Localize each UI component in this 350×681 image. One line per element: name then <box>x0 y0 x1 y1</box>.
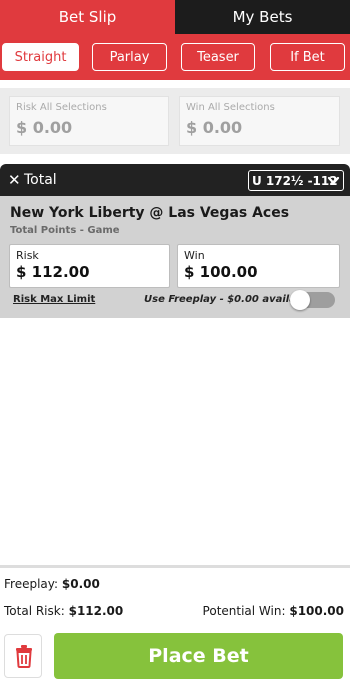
bet-market-type: Total <box>24 172 57 188</box>
win-value: $ 100.00 <box>184 263 258 281</box>
bet-type-bar: Straight Parlay Teaser If Bet <box>0 34 350 80</box>
bet-card-body: New York Liberty @ Las Vegas Aces Total … <box>0 196 350 318</box>
matchup-title: New York Liberty @ Las Vegas Aces <box>10 205 290 221</box>
clear-bets-button[interactable] <box>4 634 42 678</box>
win-all-selections-label: Win All Selections <box>186 102 275 113</box>
bet-slip-tabs: Bet Slip My Bets <box>0 0 350 34</box>
freeplay-label: Freeplay: <box>4 577 59 591</box>
potential-win-value: $100.00 <box>289 604 344 618</box>
risk-max-limit-link[interactable]: Risk Max Limit <box>13 294 95 305</box>
win-all-selections-field[interactable]: Win All Selections $ 0.00 <box>179 96 340 146</box>
win-input[interactable]: Win $ 100.00 <box>177 244 340 288</box>
bet-type-parlay-button[interactable]: Parlay <box>92 43 167 71</box>
tab-bet-slip[interactable]: Bet Slip <box>0 0 175 34</box>
line-select-value: U 172½ -112 <box>252 173 338 188</box>
risk-all-selections-field[interactable]: Risk All Selections $ 0.00 <box>9 96 169 146</box>
totals-row: Total Risk: $112.00 Potential Win: $100.… <box>4 604 344 618</box>
place-bet-button[interactable]: Place Bet <box>54 633 343 679</box>
bet-type-straight-button[interactable]: Straight <box>2 43 79 71</box>
win-label: Win <box>184 249 205 262</box>
freeplay-availability-text: Use Freeplay - $0.00 available <box>144 294 314 305</box>
close-icon[interactable]: ✕ <box>8 172 22 188</box>
potential-win: Potential Win: $100.00 <box>203 604 344 618</box>
freeplay-summary: Freeplay: $0.00 <box>4 577 100 591</box>
market-subtitle: Total Points - Game <box>10 225 120 236</box>
footer-divider <box>0 565 350 568</box>
risk-all-selections-label: Risk All Selections <box>16 102 107 113</box>
bet-type-if-bet-button[interactable]: If Bet <box>270 43 345 71</box>
freeplay-toggle-knob <box>290 290 310 310</box>
potential-win-label: Potential Win: <box>202 604 286 618</box>
risk-label: Risk <box>16 249 39 262</box>
risk-input[interactable]: Risk $ 112.00 <box>9 244 170 288</box>
chevron-down-icon <box>327 176 340 185</box>
win-all-selections-placeholder: $ 0.00 <box>186 118 243 137</box>
total-risk-label: Total Risk: <box>4 604 65 618</box>
trash-icon <box>16 645 32 668</box>
freeplay-toggle[interactable] <box>290 290 335 310</box>
all-selections-panel: Risk All Selections $ 0.00 Win All Selec… <box>0 88 350 154</box>
risk-all-selections-placeholder: $ 0.00 <box>16 118 73 137</box>
bet-card-header: ✕ Total U 172½ -112 <box>0 164 350 196</box>
tab-my-bets[interactable]: My Bets <box>175 0 350 34</box>
bet-type-teaser-button[interactable]: Teaser <box>181 43 255 71</box>
risk-value: $ 112.00 <box>16 263 90 281</box>
line-select[interactable]: U 172½ -112 <box>248 170 344 191</box>
freeplay-value: $0.00 <box>61 577 100 591</box>
total-risk-value: $112.00 <box>68 604 124 618</box>
